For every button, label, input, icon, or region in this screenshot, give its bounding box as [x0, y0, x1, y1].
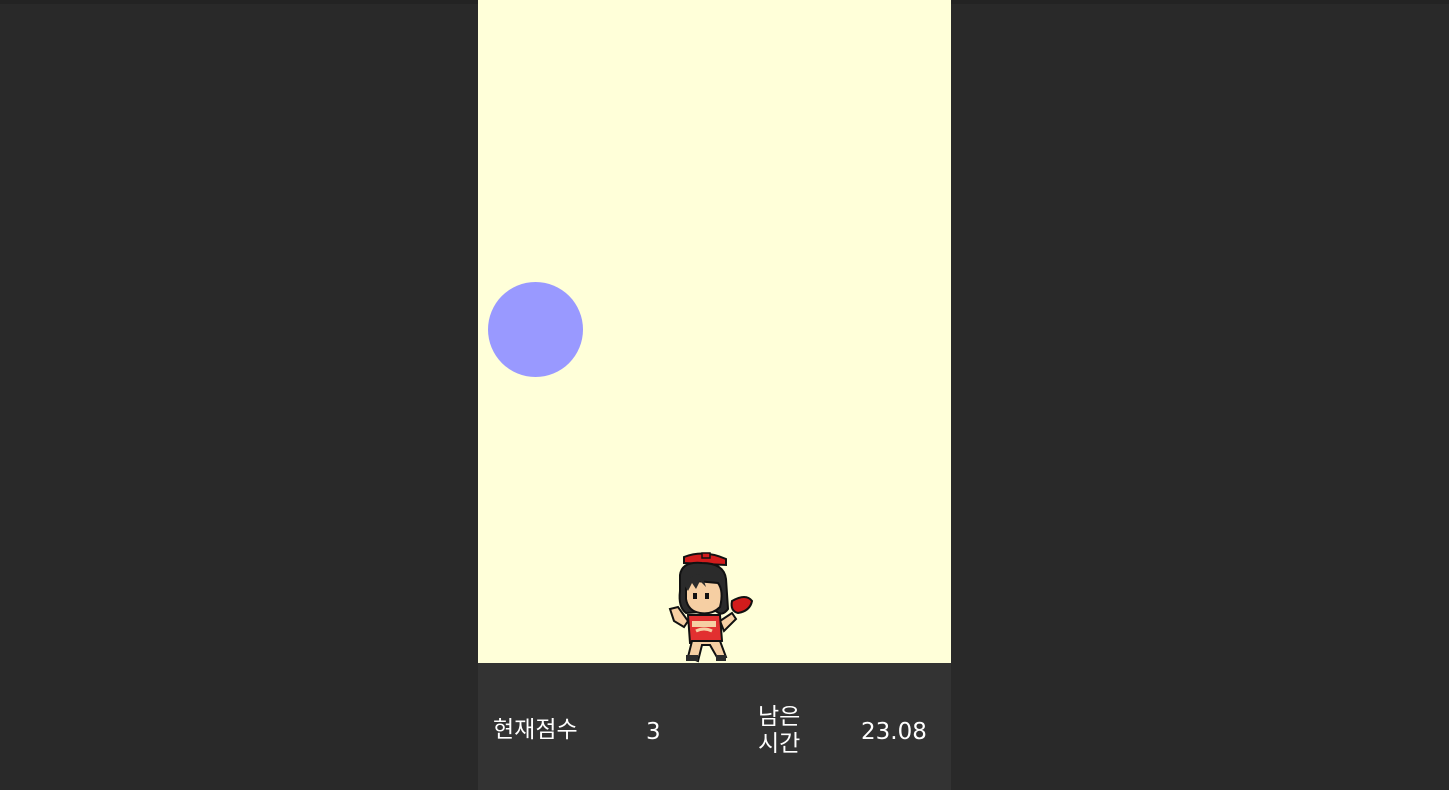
player-right-arm — [718, 611, 738, 633]
time-label-line1: 남은 — [758, 704, 801, 730]
player-character — [668, 552, 754, 663]
hud-bar: 현재점수 3 남은 시간 23.08 — [478, 663, 951, 790]
score-value: 3 — [646, 719, 661, 745]
score-label: 현재점수 — [493, 717, 578, 743]
game-frame: 현재점수 3 남은 시간 23.08 — [478, 0, 951, 790]
time-remaining-value: 23.08 — [861, 719, 927, 745]
player-ribbon — [730, 596, 754, 615]
time-label-line2: 시간 — [758, 731, 801, 757]
player-face — [685, 579, 723, 615]
play-area[interactable] — [478, 0, 951, 663]
falling-ball[interactable] — [488, 282, 583, 377]
time-remaining-label: 남은 시간 — [758, 704, 800, 758]
